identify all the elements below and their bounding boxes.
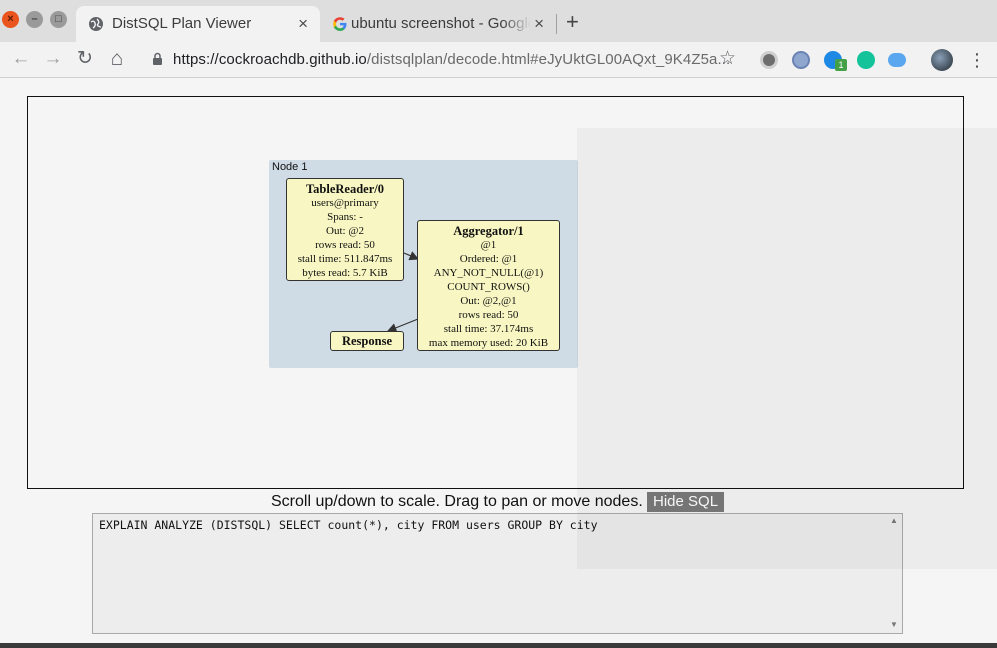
aggregator-node[interactable]: Aggregator/1 @1 Ordered: @1 ANY_NOT_NULL…: [417, 220, 560, 351]
window-maximize-button[interactable]: □: [50, 11, 67, 28]
tablereader-line: users@primary: [311, 197, 379, 209]
home-button[interactable]: ⌂: [105, 47, 129, 71]
edge-aggregator-response: [386, 318, 419, 333]
url-text: https://cockroachdb.github.io/distsqlpla…: [173, 51, 730, 68]
aggregator-line: stall time: 37.174ms: [443, 323, 534, 335]
window-minimize-button[interactable]: –: [26, 11, 43, 28]
tablereader-title: TableReader/0: [305, 182, 384, 196]
bookmark-star-icon[interactable]: ☆: [719, 47, 736, 70]
aggregator-line: COUNT_ROWS(): [447, 281, 530, 293]
tablereader-node[interactable]: TableReader/0 users@primary Spans: - Out…: [286, 178, 404, 281]
scroll-up-arrow-icon[interactable]: ▲: [890, 516, 898, 525]
tab-bar: × – □ DistSQL Plan Viewer × ubuntu scree…: [0, 0, 997, 42]
tab-close-icon[interactable]: ×: [534, 14, 544, 34]
grammarly-icon[interactable]: [857, 51, 875, 69]
edge-tablereader-aggregator: [403, 251, 420, 261]
sql-textarea[interactable]: EXPLAIN ANALYZE (DISTSQL) SELECT count(*…: [92, 513, 903, 634]
tablereader-line: stall time: 511.847ms: [297, 253, 393, 265]
tab-google-search[interactable]: ubuntu screenshot - Google Search ×: [320, 6, 556, 42]
usage-hint: Scroll up/down to scale. Drag to pan or …: [271, 493, 643, 510]
avatar[interactable]: [931, 49, 953, 71]
aggregator-line: Ordered: @1: [459, 253, 518, 265]
aggregator-line: ANY_NOT_NULL(@1): [433, 267, 544, 279]
aggregator-title: Aggregator/1: [453, 224, 524, 238]
new-tab-button[interactable]: +: [566, 9, 579, 35]
tablereader-line: Out: @2: [326, 225, 364, 237]
tab-divider: [556, 14, 557, 34]
address-bar[interactable]: https://cockroachdb.github.io/distsqlpla…: [144, 46, 754, 74]
tab-title: ubuntu screenshot - Google Search: [351, 15, 531, 32]
page-bottom-edge: [0, 643, 997, 648]
globe-icon: [89, 17, 103, 31]
tablereader-line: bytes read: 5.7 KiB: [302, 267, 388, 279]
menu-icon[interactable]: ⋮: [968, 48, 986, 72]
url-host: https://cockroachdb.github.io: [173, 51, 367, 68]
lock-icon: [153, 52, 162, 65]
aggregator-line: Out: @2,@1: [460, 295, 517, 307]
aggregator-line: rows read: 50: [458, 309, 519, 321]
scroll-down-arrow-icon[interactable]: ▼: [890, 620, 898, 629]
back-button[interactable]: ←: [9, 47, 33, 71]
reload-button[interactable]: ↻: [73, 47, 97, 71]
extension-badge: 1: [835, 59, 847, 71]
window-close-button[interactable]: ×: [2, 11, 19, 28]
page-content: Node 1 TableReader/0 users@primary Spans…: [0, 79, 997, 648]
tablereader-line: Spans: -: [327, 211, 363, 223]
cloud-icon[interactable]: [888, 53, 906, 67]
url-path: /distsqlplan/decode.html#eJyUktGL00AQxt_…: [366, 51, 731, 68]
aggregator-line: max memory used: 20 KiB: [428, 337, 549, 349]
ext-blue-icon[interactable]: [792, 51, 810, 69]
hide-sql-button[interactable]: Hide SQL: [647, 492, 725, 512]
response-title: Response: [341, 334, 392, 348]
tab-close-icon[interactable]: ×: [298, 14, 308, 34]
tablereader-line: rows read: 50: [315, 239, 375, 251]
aggregator-line: @1: [480, 239, 497, 251]
response-node[interactable]: Response: [330, 331, 404, 351]
plan-canvas[interactable]: Node 1 TableReader/0 users@primary Spans…: [27, 96, 964, 489]
ext-gray-icon[interactable]: [760, 51, 778, 69]
google-g-icon: [333, 17, 347, 31]
tab-title: DistSQL Plan Viewer: [112, 15, 252, 32]
forward-button[interactable]: →: [41, 47, 65, 71]
browser-toolbar: ← → ↻ ⌂ https://cockroachdb.github.io/di…: [0, 42, 997, 78]
tab-distsql-plan-viewer[interactable]: DistSQL Plan Viewer ×: [76, 6, 320, 42]
